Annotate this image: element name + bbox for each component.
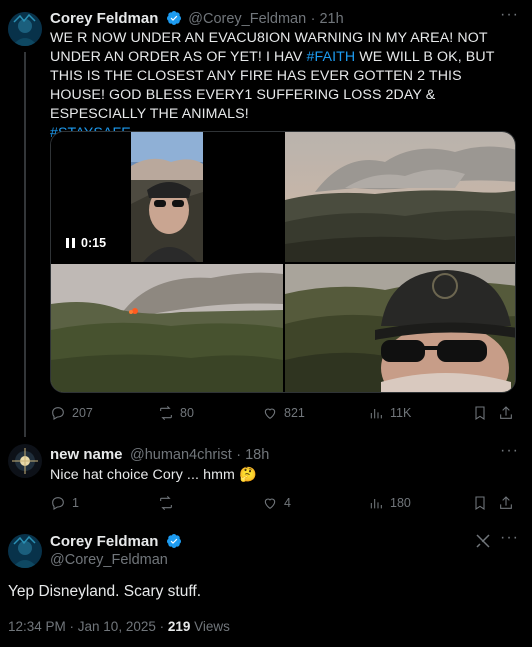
view-count: 11K bbox=[390, 406, 412, 420]
photo-fire-ridge[interactable] bbox=[51, 264, 283, 392]
bookmark-button[interactable] bbox=[472, 495, 488, 511]
tweet-text: WE R NOW UNDER AN EVACU8ION WARNING IN M… bbox=[50, 29, 514, 143]
tweet-text: Nice hat choice Cory ... hmm 🤔 bbox=[50, 466, 257, 485]
photo-image bbox=[285, 264, 515, 392]
thinking-face-emoji: 🤔 bbox=[238, 467, 257, 483]
video-tile[interactable]: 0:15 bbox=[51, 132, 283, 262]
repost-icon bbox=[160, 405, 172, 421]
avatar-image bbox=[8, 534, 42, 568]
more-options-icon[interactable]: ··· bbox=[500, 6, 519, 24]
reply-button[interactable]: 207 bbox=[50, 405, 93, 421]
more-options-icon[interactable]: ··· bbox=[500, 442, 519, 460]
tweet-header: Corey Feldman @Corey_Feldman · 21h bbox=[50, 10, 344, 28]
verified-badge-icon bbox=[166, 534, 181, 548]
repost-icon bbox=[160, 495, 172, 511]
avatar[interactable] bbox=[8, 444, 42, 478]
photo-image bbox=[285, 132, 515, 262]
photo-image bbox=[51, 264, 283, 392]
heart-icon bbox=[264, 498, 276, 509]
photo-selfie-hat[interactable] bbox=[285, 264, 515, 392]
bookmark-icon bbox=[475, 406, 485, 420]
author-name[interactable]: Corey Feldman bbox=[50, 10, 158, 27]
avatar-image bbox=[8, 444, 42, 478]
reply-count: 207 bbox=[72, 406, 93, 420]
thread-line bbox=[24, 52, 26, 437]
video-duration-overlay: 0:15 bbox=[66, 236, 106, 250]
analytics-icon bbox=[370, 499, 382, 509]
photo-smoke-hills[interactable] bbox=[285, 132, 515, 262]
tweet-header: new name @human4christ · 18h bbox=[50, 446, 269, 464]
view-count: 180 bbox=[390, 496, 411, 510]
bookmark-icon bbox=[475, 496, 485, 510]
share-button[interactable] bbox=[498, 405, 514, 421]
post-time[interactable]: 18h bbox=[245, 447, 269, 463]
tweet-header: Corey Feldman bbox=[50, 533, 182, 551]
tweet-text: Yep Disneyland. Scary stuff. bbox=[8, 583, 202, 600]
hashtag-faith[interactable]: #FAITH bbox=[307, 49, 356, 65]
author-handle[interactable]: @human4christ bbox=[130, 447, 232, 463]
tweet-meta: 12:34 PM · Jan 10, 2025 · 219 Views bbox=[8, 619, 230, 634]
bookmark-button[interactable] bbox=[472, 405, 488, 421]
like-button[interactable]: 4 bbox=[262, 495, 291, 511]
verified-badge-icon bbox=[166, 11, 181, 25]
more-options-icon[interactable]: ··· bbox=[500, 529, 519, 547]
author-handle[interactable]: @Corey_Feldman bbox=[50, 552, 168, 568]
views-button[interactable]: 11K bbox=[368, 405, 411, 421]
reply-text: Nice hat choice Cory ... hmm bbox=[50, 467, 235, 483]
post-timestamp[interactable]: 12:34 PM · Jan 10, 2025 · bbox=[8, 619, 168, 634]
author-handle[interactable]: @Corey_Feldman bbox=[188, 11, 306, 27]
reply-button[interactable]: 1 bbox=[50, 495, 79, 511]
share-icon bbox=[500, 406, 512, 419]
author-name[interactable]: Corey Feldman bbox=[50, 533, 158, 550]
share-button[interactable] bbox=[498, 495, 514, 511]
share-icon bbox=[500, 496, 512, 509]
media-grid: 0:15 bbox=[50, 131, 516, 393]
pause-icon[interactable] bbox=[66, 238, 75, 248]
views-button[interactable]: 180 bbox=[368, 495, 411, 511]
avatar-image bbox=[8, 12, 42, 46]
video-duration: 0:15 bbox=[81, 236, 107, 250]
avatar[interactable] bbox=[8, 12, 42, 46]
repost-button[interactable] bbox=[158, 495, 180, 511]
views-label: Views bbox=[190, 619, 230, 634]
heart-icon bbox=[264, 408, 276, 419]
post-time[interactable]: 21h bbox=[319, 11, 343, 27]
like-count: 4 bbox=[284, 496, 291, 510]
reply-icon bbox=[52, 407, 64, 420]
author-name[interactable]: new name bbox=[50, 446, 123, 463]
like-count: 821 bbox=[284, 406, 305, 420]
analytics-icon bbox=[370, 409, 382, 419]
repost-button[interactable]: 80 bbox=[158, 405, 194, 421]
like-button[interactable]: 821 bbox=[262, 405, 305, 421]
view-count: 219 bbox=[167, 619, 191, 634]
repost-count: 80 bbox=[180, 406, 194, 420]
reply-count: 1 bbox=[72, 496, 79, 510]
grok-icon[interactable] bbox=[474, 532, 492, 555]
avatar[interactable] bbox=[8, 534, 42, 568]
reply-icon bbox=[52, 497, 64, 510]
separator-dot: · bbox=[236, 447, 246, 463]
